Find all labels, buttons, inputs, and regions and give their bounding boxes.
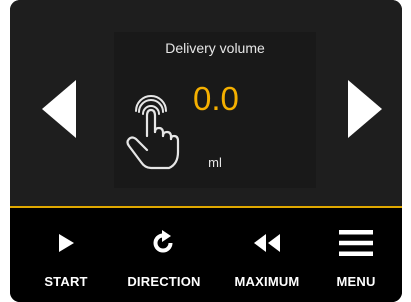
previous-parameter-button[interactable] bbox=[38, 78, 78, 140]
play-icon bbox=[59, 234, 74, 252]
next-parameter-button[interactable] bbox=[346, 78, 386, 140]
maximum-button[interactable]: MAXIMUM bbox=[222, 208, 312, 302]
parameter-value: 0.0 bbox=[193, 80, 239, 117]
direction-label: DIRECTION bbox=[127, 274, 201, 289]
menu-label: MENU bbox=[336, 274, 376, 289]
triangle-left-icon bbox=[42, 80, 76, 138]
triangle-right-icon bbox=[348, 80, 382, 138]
direction-button[interactable]: DIRECTION bbox=[114, 208, 214, 302]
toolbar: START DIRECTION MAXIMUM MENU bbox=[10, 208, 402, 302]
hamburger-menu-icon bbox=[339, 230, 373, 256]
parameter-title: Delivery volume bbox=[165, 40, 265, 56]
main-panel: Delivery volume 0.0 ml bbox=[10, 0, 402, 206]
pump-display: Delivery volume 0.0 ml START DIRECTION M… bbox=[10, 0, 402, 302]
start-label: START bbox=[44, 274, 88, 289]
screen: Delivery volume 0.0 ml START DIRECTION M… bbox=[0, 0, 411, 302]
menu-button[interactable]: MENU bbox=[328, 208, 384, 302]
start-button[interactable]: START bbox=[38, 208, 94, 302]
rewind-icon bbox=[254, 234, 280, 252]
parameter-unit: ml bbox=[208, 155, 222, 170]
rotate-direction-icon bbox=[153, 230, 173, 253]
maximum-label: MAXIMUM bbox=[234, 274, 300, 289]
